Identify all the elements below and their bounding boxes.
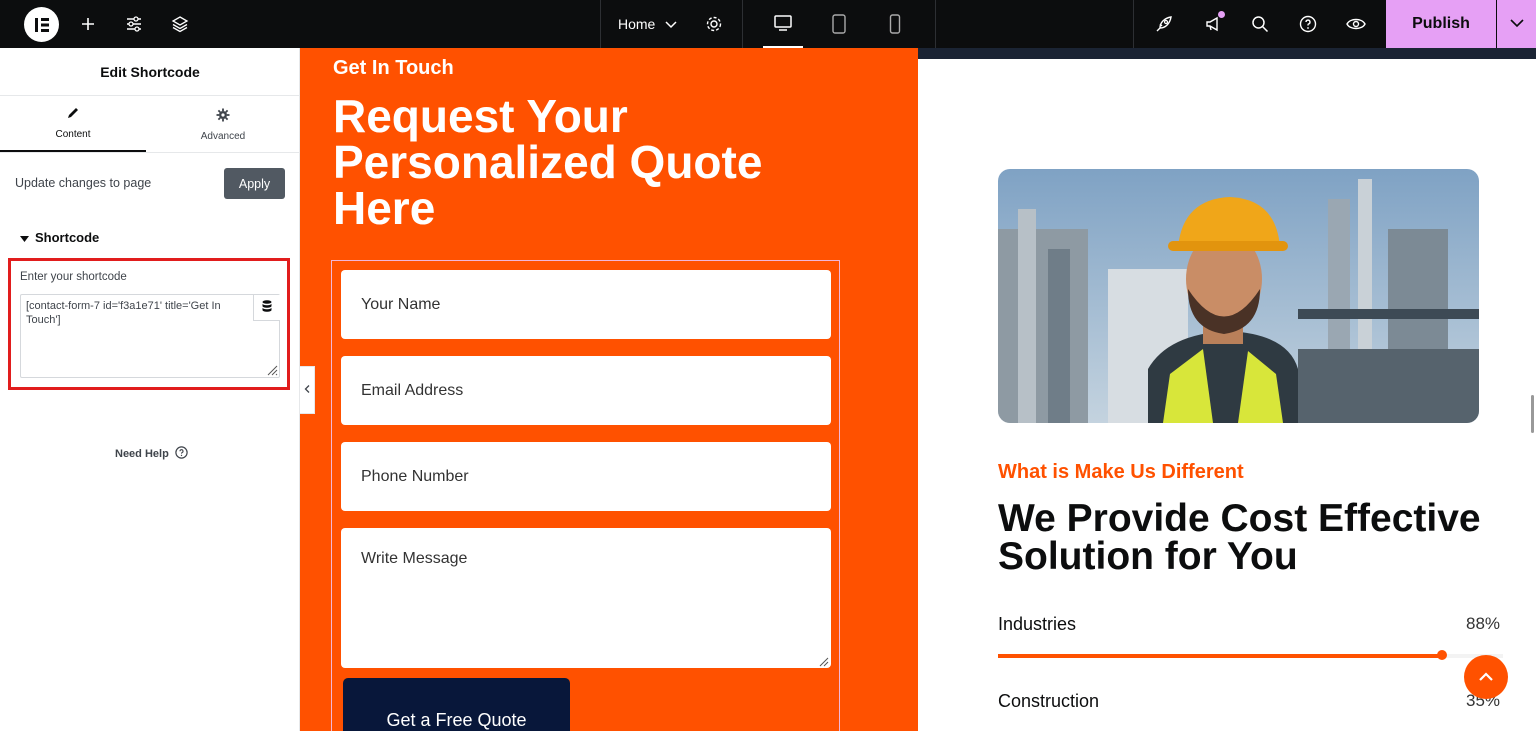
add-icon[interactable]	[68, 0, 108, 48]
need-help-label: Need Help	[115, 448, 169, 460]
skill-progress-handle	[1437, 650, 1448, 660]
chevron-down-icon	[665, 16, 677, 32]
page-selector-label: Home	[618, 16, 656, 32]
divider	[742, 0, 743, 48]
shortcode-input[interactable]	[20, 294, 280, 378]
divider	[935, 0, 936, 48]
worker-photo	[998, 169, 1479, 423]
shortcode-label: Enter your shortcode	[20, 271, 127, 283]
database-icon	[262, 299, 272, 317]
caret-down-icon	[20, 230, 29, 245]
rocket-icon[interactable]	[1144, 0, 1184, 48]
name-placeholder: Your Name	[361, 295, 441, 313]
about-title: We Provide Cost Effective Solution for Y…	[998, 497, 1481, 578]
need-help-link[interactable]: Need Help	[115, 446, 188, 462]
megaphone-icon[interactable]	[1193, 0, 1233, 48]
dynamic-tags-button[interactable]	[253, 295, 280, 321]
contact-eyebrow: Get In Touch	[333, 57, 454, 79]
search-icon[interactable]	[1240, 0, 1280, 48]
layers-icon[interactable]	[160, 0, 200, 48]
message-field[interactable]: Write Message	[341, 528, 831, 668]
mobile-icon[interactable]	[875, 0, 915, 48]
about-eyebrow: What is Make Us Different	[998, 461, 1244, 483]
skill-percent: 88%	[1466, 614, 1501, 633]
phone-placeholder: Phone Number	[361, 467, 469, 485]
eye-icon[interactable]	[1336, 0, 1376, 48]
divider	[1133, 0, 1134, 48]
top-toolbar: Home Publish	[0, 0, 1536, 48]
chevron-up-icon	[1479, 668, 1493, 686]
publish-button[interactable]: Publish	[1386, 0, 1496, 48]
editor-panel: Edit Shortcode Content Advanced Update c…	[0, 48, 300, 731]
tab-content[interactable]: Content	[0, 96, 146, 153]
get-quote-button[interactable]: Get a Free Quote	[343, 678, 570, 731]
divider	[600, 0, 601, 48]
panel-title: Edit Shortcode	[0, 48, 300, 96]
skill-progress-fill	[998, 654, 1443, 658]
resize-handle-icon[interactable]	[817, 654, 829, 667]
message-placeholder: Write Message	[361, 550, 468, 567]
contact-title: Request Your Personalized Quote Here	[333, 90, 763, 234]
desktop-icon[interactable]	[763, 0, 803, 48]
tab-label: Advanced	[200, 130, 246, 142]
section-title: Shortcode	[35, 230, 100, 245]
banner-edge	[918, 48, 1536, 59]
name-field[interactable]: Your Name	[341, 270, 831, 339]
apply-button[interactable]: Apply	[224, 168, 285, 199]
skill-name: Industries	[998, 614, 1077, 634]
skill-name: Construction	[998, 691, 1100, 711]
divider	[0, 152, 300, 153]
contact-section: Get In Touch Request Your Personalized Q…	[300, 48, 918, 731]
notification-dot	[1218, 11, 1225, 18]
scrollbar[interactable]	[1531, 395, 1534, 433]
page-selector[interactable]: Home	[618, 0, 677, 48]
help-icon[interactable]	[1288, 0, 1328, 48]
tab-advanced[interactable]: Advanced	[150, 96, 296, 153]
section-toggle-shortcode[interactable]: Shortcode	[20, 230, 99, 245]
skill-progress-bar	[998, 650, 1503, 660]
pencil-icon	[66, 106, 80, 123]
collapse-panel-button[interactable]	[300, 366, 315, 414]
scroll-to-top-button[interactable]	[1464, 655, 1508, 699]
email-field[interactable]: Email Address	[341, 356, 831, 425]
publish-options-button[interactable]	[1497, 0, 1536, 48]
email-placeholder: Email Address	[361, 381, 464, 399]
gear-icon	[216, 108, 230, 125]
chevron-left-icon	[304, 384, 310, 396]
tablet-icon[interactable]	[819, 0, 859, 48]
gear-icon[interactable]	[694, 0, 734, 48]
tab-label: Content	[55, 129, 91, 140]
settings-sliders-icon[interactable]	[114, 0, 154, 48]
update-changes-text: Update changes to page	[15, 176, 152, 190]
preview-canvas: Get In Touch Request Your Personalized Q…	[300, 48, 1536, 731]
phone-field[interactable]: Phone Number	[341, 442, 831, 511]
chevron-down-icon	[1509, 15, 1524, 33]
help-icon	[175, 446, 188, 462]
resize-handle-icon[interactable]	[264, 362, 278, 376]
elementor-logo-icon[interactable]	[24, 7, 59, 42]
